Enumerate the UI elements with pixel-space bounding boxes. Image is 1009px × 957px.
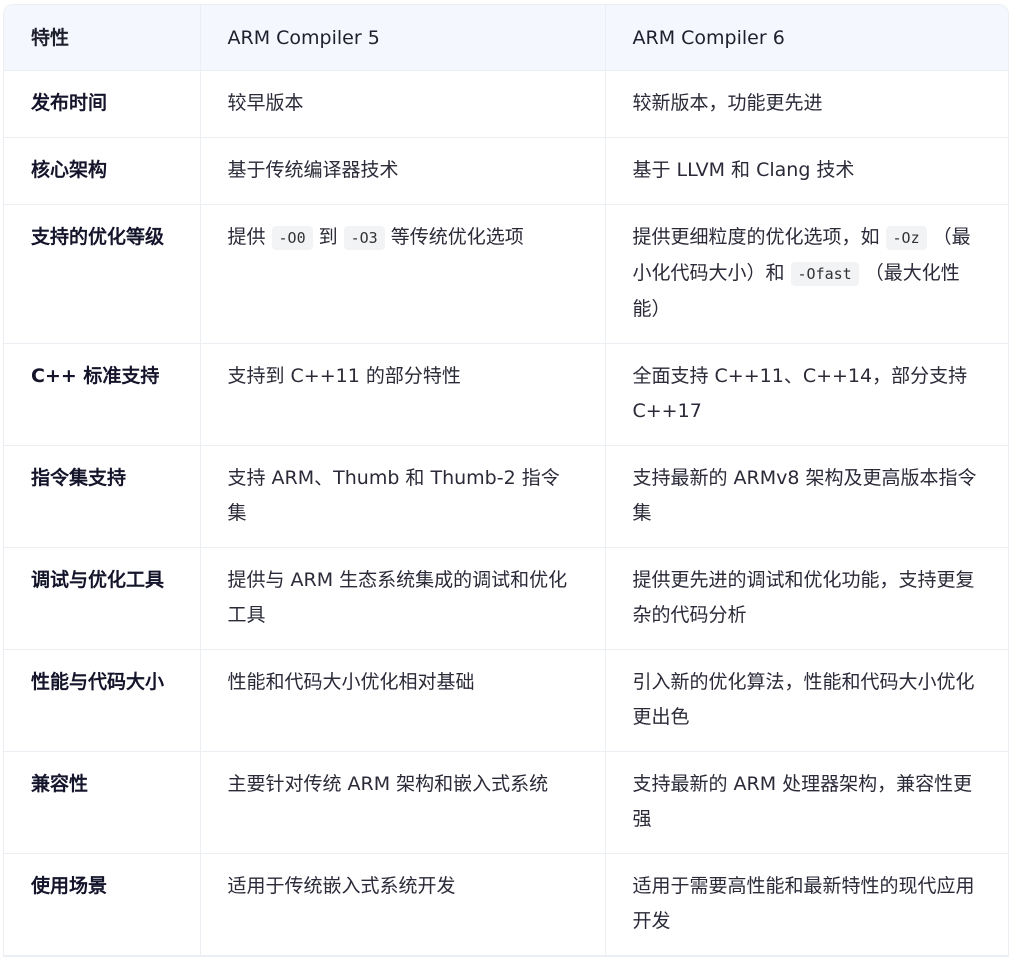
ac6-cell: 提供更细粒度的优化选项，如 -Oz （最小化代码大小）和 -Ofast （最大化性能） — [605, 204, 1008, 344]
feature-cell: 调试与优化工具 — [4, 547, 201, 650]
cell-text: 等传统优化选项 — [390, 226, 524, 248]
ac6-cell: 引入新的优化算法，性能和代码大小优化更出色 — [605, 649, 1008, 752]
feature-cell: C++ 标准支持 — [4, 343, 201, 446]
ac6-cell: 全面支持 C++11、C++14，部分支持 C++17 — [605, 343, 1008, 446]
ac5-cell: 支持 ARM、Thumb 和 Thumb-2 指令集 — [200, 445, 606, 548]
inline-code: -Ofast — [790, 262, 859, 286]
table-row: 性能与代码大小 性能和代码大小优化相对基础 引入新的优化算法，性能和代码大小优化… — [4, 649, 1008, 752]
feature-cell: 使用场景 — [4, 853, 201, 956]
cell-text: 到 — [318, 226, 338, 248]
ac5-cell: 适用于传统嵌入式系统开发 — [200, 853, 606, 956]
table-row: 调试与优化工具 提供与 ARM 生态系统集成的调试和优化工具 提供更先进的调试和… — [4, 547, 1008, 650]
ac5-cell: 支持到 C++11 的部分特性 — [200, 343, 606, 446]
ac6-cell: 支持最新的 ARM 处理器架构，兼容性更强 — [605, 751, 1008, 854]
ac5-cell: 提供与 ARM 生态系统集成的调试和优化工具 — [200, 547, 606, 650]
feature-cell: 指令集支持 — [4, 445, 201, 548]
ac6-cell: 基于 LLVM 和 Clang 技术 — [605, 137, 1008, 205]
header-arm-compiler-5: ARM Compiler 5 — [200, 5, 606, 71]
table-row: 发布时间 较早版本 较新版本，功能更先进 — [4, 70, 1008, 138]
ac6-cell: 适用于需要高性能和最新特性的现代应用开发 — [605, 853, 1008, 956]
inline-code: -O3 — [343, 226, 385, 250]
feature-cell: 核心架构 — [4, 137, 201, 205]
table-header: 特性 ARM Compiler 5 ARM Compiler 6 — [4, 5, 1008, 71]
table-body: 发布时间 较早版本 较新版本，功能更先进 核心架构 基于传统编译器技术 基于 L… — [4, 70, 1008, 956]
table-row: 支持的优化等级 提供 -O0 到 -O3 等传统优化选项 提供更细粒度的优化选项，如 -O… — [4, 204, 1008, 344]
comparison-table-container: 特性 ARM Compiler 5 ARM Compiler 6 发布时间 较早… — [3, 4, 1009, 957]
feature-cell: 兼容性 — [4, 751, 201, 854]
header-arm-compiler-6: ARM Compiler 6 — [605, 5, 1008, 71]
cell-text: 提供更细粒度的优化选项，如 — [632, 226, 880, 248]
header-row: 特性 ARM Compiler 5 ARM Compiler 6 — [4, 5, 1008, 71]
feature-cell: 性能与代码大小 — [4, 649, 201, 752]
ac5-cell: 性能和代码大小优化相对基础 — [200, 649, 606, 752]
ac5-cell: 基于传统编译器技术 — [200, 137, 606, 205]
ac5-cell: 主要针对传统 ARM 架构和嵌入式系统 — [200, 751, 606, 854]
feature-cell: 支持的优化等级 — [4, 204, 201, 344]
inline-code: -O0 — [271, 226, 313, 250]
table-row: C++ 标准支持 支持到 C++11 的部分特性 全面支持 C++11、C++1… — [4, 343, 1008, 446]
table-row: 使用场景 适用于传统嵌入式系统开发 适用于需要高性能和最新特性的现代应用开发 — [4, 853, 1008, 956]
ac6-cell: 支持最新的 ARMv8 架构及更高版本指令集 — [605, 445, 1008, 548]
feature-cell: 发布时间 — [4, 70, 201, 138]
table-row: 兼容性 主要针对传统 ARM 架构和嵌入式系统 支持最新的 ARM 处理器架构，… — [4, 751, 1008, 854]
comparison-table: 特性 ARM Compiler 5 ARM Compiler 6 发布时间 较早… — [4, 5, 1008, 956]
inline-code: -Oz — [885, 226, 927, 250]
ac6-cell: 提供更先进的调试和优化功能，支持更复杂的代码分析 — [605, 547, 1008, 650]
ac5-cell: 提供 -O0 到 -O3 等传统优化选项 — [200, 204, 606, 344]
cell-text: 提供 — [227, 226, 266, 248]
ac6-cell: 较新版本，功能更先进 — [605, 70, 1008, 138]
table-row: 指令集支持 支持 ARM、Thumb 和 Thumb-2 指令集 支持最新的 A… — [4, 445, 1008, 548]
header-feature: 特性 — [4, 5, 201, 71]
ac5-cell: 较早版本 — [200, 70, 606, 138]
table-row: 核心架构 基于传统编译器技术 基于 LLVM 和 Clang 技术 — [4, 137, 1008, 205]
